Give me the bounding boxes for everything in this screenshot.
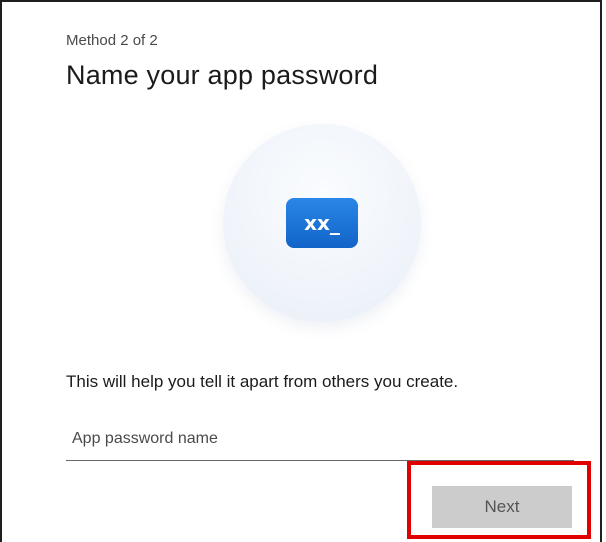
password-badge-text: xx_ (304, 211, 340, 235)
step-indicator: Method 2 of 2 (66, 32, 158, 49)
password-icon: xx_ (286, 198, 358, 248)
app-password-name-input[interactable] (66, 420, 574, 458)
next-button[interactable]: Next (432, 486, 572, 528)
app-password-name-field (66, 420, 574, 461)
app-password-dialog: Method 2 of 2 Name your app password xx_… (0, 0, 602, 542)
description-text: This will help you tell it apart from ot… (66, 372, 459, 391)
app-password-illustration: xx_ (223, 124, 421, 322)
page-title: Name your app password (66, 60, 379, 90)
